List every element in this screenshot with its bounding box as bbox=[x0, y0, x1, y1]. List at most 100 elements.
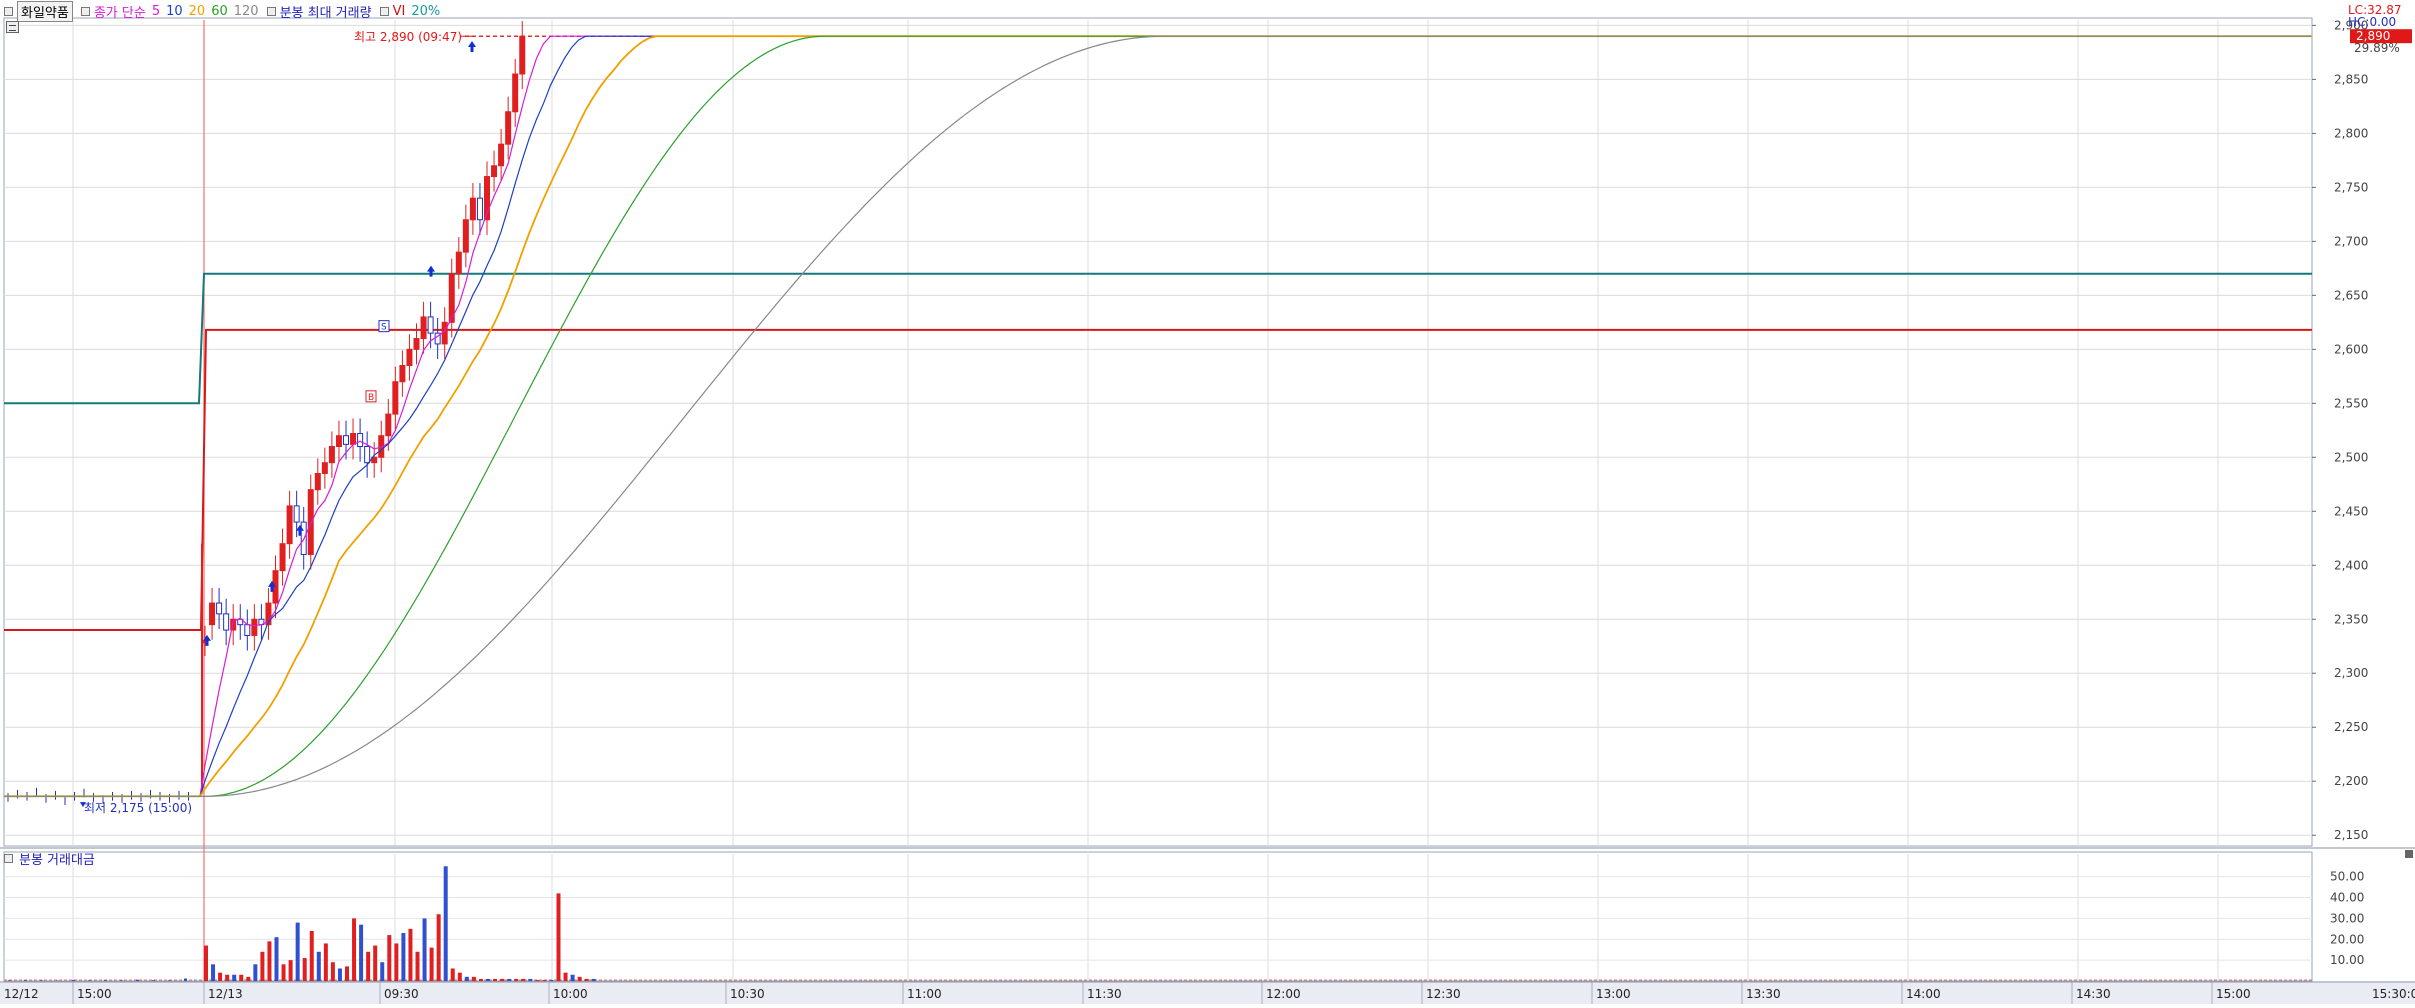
change-percent-label: 29.89% bbox=[2354, 41, 2400, 55]
volume-bar bbox=[507, 979, 511, 981]
volume-bar bbox=[493, 979, 497, 981]
time-tick-label: 12/13 bbox=[208, 987, 243, 1001]
volume-bar bbox=[338, 968, 342, 981]
price-tick-label: 2,400 bbox=[2334, 558, 2368, 572]
low-annotation: 최저 2,175 (15:00) bbox=[84, 801, 192, 815]
volume-bar bbox=[282, 964, 286, 981]
candle-body bbox=[322, 463, 327, 474]
volume-bar bbox=[542, 980, 546, 981]
volume-bar bbox=[72, 980, 75, 981]
volume-bar bbox=[184, 978, 187, 981]
price-tick-label: 2,600 bbox=[2334, 342, 2368, 356]
volume-bar bbox=[521, 979, 525, 981]
time-tick-label: 11:30 bbox=[1087, 987, 1122, 1001]
volume-bar bbox=[416, 952, 420, 981]
volume-bar bbox=[444, 866, 448, 981]
candle-body bbox=[315, 473, 320, 489]
volume-bar bbox=[24, 980, 27, 981]
volume-bar bbox=[585, 979, 589, 981]
candle-body bbox=[358, 434, 363, 447]
volume-bar bbox=[430, 948, 434, 981]
volume-toggle-icon[interactable] bbox=[4, 854, 13, 863]
time-tick-label: 10:00 bbox=[553, 987, 588, 1001]
volume-bar bbox=[317, 952, 321, 981]
max-volume-label[interactable]: 분봉 최대 거래량 bbox=[280, 2, 372, 21]
vi-toggle-icon[interactable] bbox=[380, 7, 389, 16]
stock-name[interactable]: 화일약품 bbox=[17, 1, 73, 22]
candle-body bbox=[513, 74, 518, 112]
volume-tick-label: 40.00 bbox=[2330, 891, 2364, 905]
volume-bar bbox=[239, 975, 243, 981]
price-tick-label: 2,750 bbox=[2334, 180, 2368, 194]
volume-bar bbox=[88, 980, 91, 981]
volume-bar bbox=[352, 918, 356, 981]
volume-bar bbox=[366, 952, 370, 981]
time-tick-label: 09:30 bbox=[384, 987, 419, 1001]
candle-body bbox=[365, 446, 370, 462]
candle-body bbox=[252, 619, 257, 635]
candle-body bbox=[245, 625, 250, 636]
chart-menu-icon[interactable] bbox=[6, 21, 19, 33]
volume-bar bbox=[345, 966, 349, 981]
volume-bar bbox=[253, 964, 257, 981]
volume-bar bbox=[472, 977, 476, 981]
candle-body bbox=[329, 446, 334, 462]
volume-bar bbox=[451, 968, 455, 981]
vi-label[interactable]: VI bbox=[393, 4, 406, 19]
volume-legend: 분봉 거래대금 bbox=[4, 849, 95, 868]
ma-10-label: 10 bbox=[166, 4, 183, 19]
volume-bar bbox=[104, 980, 107, 981]
volume-panel-collapse-icon[interactable] bbox=[2405, 850, 2413, 858]
volume-bar bbox=[408, 929, 412, 981]
volume-bar bbox=[324, 943, 328, 981]
ma-toggle-icon[interactable] bbox=[81, 7, 90, 16]
legend-toggle-icon[interactable] bbox=[4, 7, 13, 16]
price-tick-label: 2,550 bbox=[2334, 396, 2368, 410]
volume-bar bbox=[373, 946, 377, 981]
ma-60-label: 60 bbox=[211, 4, 228, 19]
volume-panel-label[interactable]: 분봉 거래대금 bbox=[19, 849, 95, 868]
ma-20-label: 20 bbox=[189, 4, 206, 19]
volume-bar bbox=[387, 935, 391, 981]
price-tick-label: 2,500 bbox=[2334, 450, 2368, 464]
candle-body bbox=[499, 144, 504, 166]
price-tick-label: 2,700 bbox=[2334, 234, 2368, 248]
volume-bar bbox=[275, 937, 279, 981]
volume-bar bbox=[246, 977, 250, 981]
candle-body bbox=[407, 349, 412, 365]
sell-signal-letter: S bbox=[381, 323, 387, 333]
ma-5-label: 5 bbox=[152, 4, 160, 19]
volume-bar bbox=[289, 960, 293, 981]
volume-bar bbox=[218, 973, 222, 981]
candle-body bbox=[470, 198, 475, 220]
volume-bar bbox=[296, 923, 300, 981]
volume-bar bbox=[331, 962, 335, 981]
time-tick-label: 15:30:00 bbox=[2372, 987, 2415, 1001]
volume-tick-label: 20.00 bbox=[2330, 932, 2364, 946]
volume-bar bbox=[500, 979, 504, 981]
volume-bar bbox=[549, 980, 553, 981]
volume-bar bbox=[486, 979, 490, 981]
time-tick-label: 15:00 bbox=[77, 987, 112, 1001]
time-tick-label: 10:30 bbox=[730, 987, 765, 1001]
ma-label[interactable]: 종가 단순 bbox=[94, 2, 146, 21]
volume-bar bbox=[571, 975, 575, 981]
time-tick-label: 12:00 bbox=[1266, 987, 1301, 1001]
chart-legend: 화일약품 종가 단순 5 10 20 60 120 분봉 최대 거래량 VI 2… bbox=[2, 2, 446, 20]
high-annotation: 최고 2,890 (09:47) bbox=[354, 30, 462, 44]
time-tick-label: 12/12 bbox=[4, 987, 39, 1001]
candle-body bbox=[217, 603, 222, 614]
chart-background bbox=[0, 0, 2415, 1004]
volume-tick-label: 10.00 bbox=[2330, 953, 2364, 967]
ma-120-label: 120 bbox=[234, 4, 259, 19]
time-tick-label: 15:00 bbox=[2216, 987, 2251, 1001]
candle-body bbox=[442, 322, 447, 344]
vi-value: 20% bbox=[411, 4, 440, 19]
volume-bar bbox=[458, 973, 462, 981]
max-volume-toggle-icon[interactable] bbox=[267, 7, 276, 16]
candle-body bbox=[386, 414, 391, 436]
chart-canvas[interactable]: 2,1502,2002,2502,3002,3502,4002,4502,500… bbox=[0, 0, 2415, 1004]
candle-body bbox=[344, 436, 349, 445]
candle-body bbox=[506, 112, 511, 144]
volume-bar bbox=[394, 943, 398, 981]
